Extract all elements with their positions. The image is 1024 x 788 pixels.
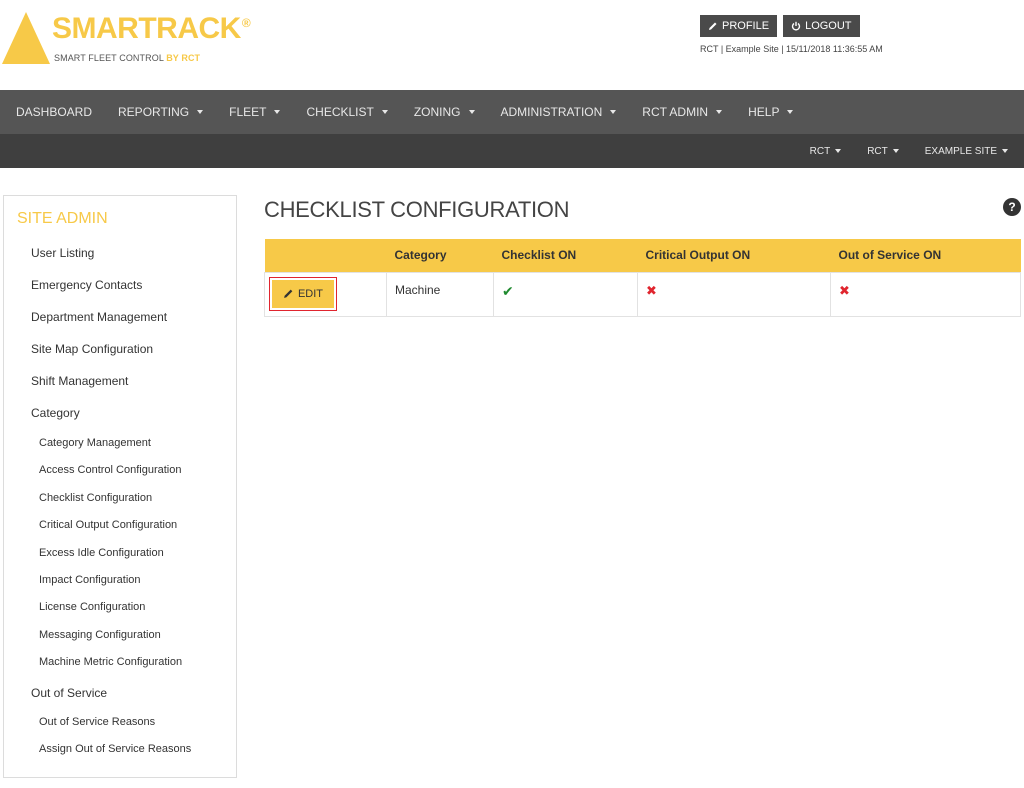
site-admin-sidebar: SITE ADMIN User Listing Emergency Contac… [3,195,237,778]
caret-down-icon [468,110,475,114]
pencil-icon [709,22,717,30]
page-title: CHECKLIST CONFIGURATION [264,197,570,222]
cell-actions: EDIT [264,271,387,317]
nav-zoning[interactable]: ZONING [414,105,475,119]
context-nav: RCT RCT EXAMPLE SITE [0,134,1024,168]
profile-label: PROFILE [722,20,770,32]
sidebar-item-site-map-configuration[interactable]: Site Map Configuration [31,342,153,356]
sidebar-item-emergency-contacts[interactable]: Emergency Contacts [31,278,142,292]
sidebar-item-category[interactable]: Category [31,406,80,420]
check-icon: ✔ [502,282,514,299]
col-header-actions [264,239,387,272]
sidebar-item-license-configuration[interactable]: License Configuration [39,601,145,613]
cell-checklist-on: ✔ [493,271,638,317]
smartrack-logo[interactable]: SMARTRACK® SMART FLEET CONTROL BY RCT [0,8,300,68]
logout-button[interactable]: LOGOUT [783,15,860,37]
checklist-config-table: Category Checklist ON Critical Output ON… [264,239,1021,317]
sidebar-item-department-management[interactable]: Department Management [31,310,167,324]
sidebar-title: SITE ADMIN [17,210,108,227]
sidebar-item-access-control-configuration[interactable]: Access Control Configuration [39,464,181,476]
power-icon [791,21,801,31]
col-header-category: Category [386,239,494,272]
col-header-out-of-service-on: Out of Service ON [830,239,1021,272]
context-client-select[interactable]: RCT [867,146,899,157]
sidebar-item-machine-metric-configuration[interactable]: Machine Metric Configuration [39,656,182,668]
cross-icon: ✖ [839,282,850,298]
logout-label: LOGOUT [805,20,852,32]
app-header: SMARTRACK® SMART FLEET CONTROL BY RCT PR… [0,0,1024,90]
caret-down-icon [835,149,842,153]
sidebar-item-messaging-configuration[interactable]: Messaging Configuration [39,629,161,641]
sidebar-item-critical-output-configuration[interactable]: Critical Output Configuration [39,519,177,531]
help-icon[interactable]: ? [1003,198,1021,216]
sidebar-item-out-of-service-reasons[interactable]: Out of Service Reasons [39,716,155,728]
col-header-checklist-on: Checklist ON [493,239,638,272]
nav-help[interactable]: HELP [748,105,794,119]
nav-rct-admin[interactable]: RCT ADMIN [642,105,723,119]
nav-fleet[interactable]: FLEET [229,105,281,119]
edit-button[interactable]: EDIT [269,276,337,311]
nav-checklist[interactable]: CHECKLIST [306,105,388,119]
sidebar-item-out-of-service[interactable]: Out of Service [31,686,107,700]
nav-dashboard[interactable]: DASHBOARD [16,105,92,119]
header-buttons: PROFILE LOGOUT [700,15,860,37]
cross-icon: ✖ [646,282,657,298]
cell-critical-output-on: ✖ [637,271,831,317]
cell-category: Machine [386,271,494,317]
caret-down-icon [716,110,723,114]
pencil-icon [284,289,293,298]
brand-tagline-by: BY RCT [166,53,201,63]
nav-administration[interactable]: ADMINISTRATION [501,105,617,119]
sidebar-item-impact-configuration[interactable]: Impact Configuration [39,574,141,586]
sidebar-item-excess-idle-configuration[interactable]: Excess Idle Configuration [39,547,164,559]
sidebar-item-shift-management[interactable]: Shift Management [31,374,128,388]
sidebar-item-user-listing[interactable]: User Listing [31,246,94,260]
caret-down-icon [610,110,617,114]
context-site-select[interactable]: EXAMPLE SITE [925,146,1008,157]
sidebar-item-assign-out-of-service-reasons[interactable]: Assign Out of Service Reasons [39,743,191,755]
table-header-row: Category Checklist ON Critical Output ON… [264,239,1021,272]
table-row: EDIT Machine ✔ ✖ ✖ [264,271,1021,317]
caret-down-icon [274,110,281,114]
brand-reg-mark: ® [241,16,251,30]
main-nav: DASHBOARD REPORTING FLEET CHECKLIST ZONI… [0,90,1024,134]
sidebar-item-category-management[interactable]: Category Management [39,437,151,449]
brand-name: SMARTRACK [52,12,241,45]
edit-label: EDIT [297,287,324,300]
nav-reporting[interactable]: REPORTING [118,105,204,119]
cell-out-of-service-on: ✖ [830,271,1021,317]
caret-down-icon [381,110,388,114]
caret-down-icon [197,110,204,114]
sidebar-item-checklist-configuration[interactable]: Checklist Configuration [39,492,152,504]
caret-down-icon [1002,149,1008,153]
caret-down-icon [892,149,899,153]
logo-triangle-icon [2,12,50,64]
context-company-select[interactable]: RCT [810,146,842,157]
caret-down-icon [787,110,794,114]
session-info: RCT | Example Site | 15/11/2018 11:36:55… [700,44,883,54]
col-header-critical-output-on: Critical Output ON [637,239,831,272]
profile-button[interactable]: PROFILE [700,15,778,37]
brand-tagline: SMART FLEET CONTROL [54,53,164,63]
